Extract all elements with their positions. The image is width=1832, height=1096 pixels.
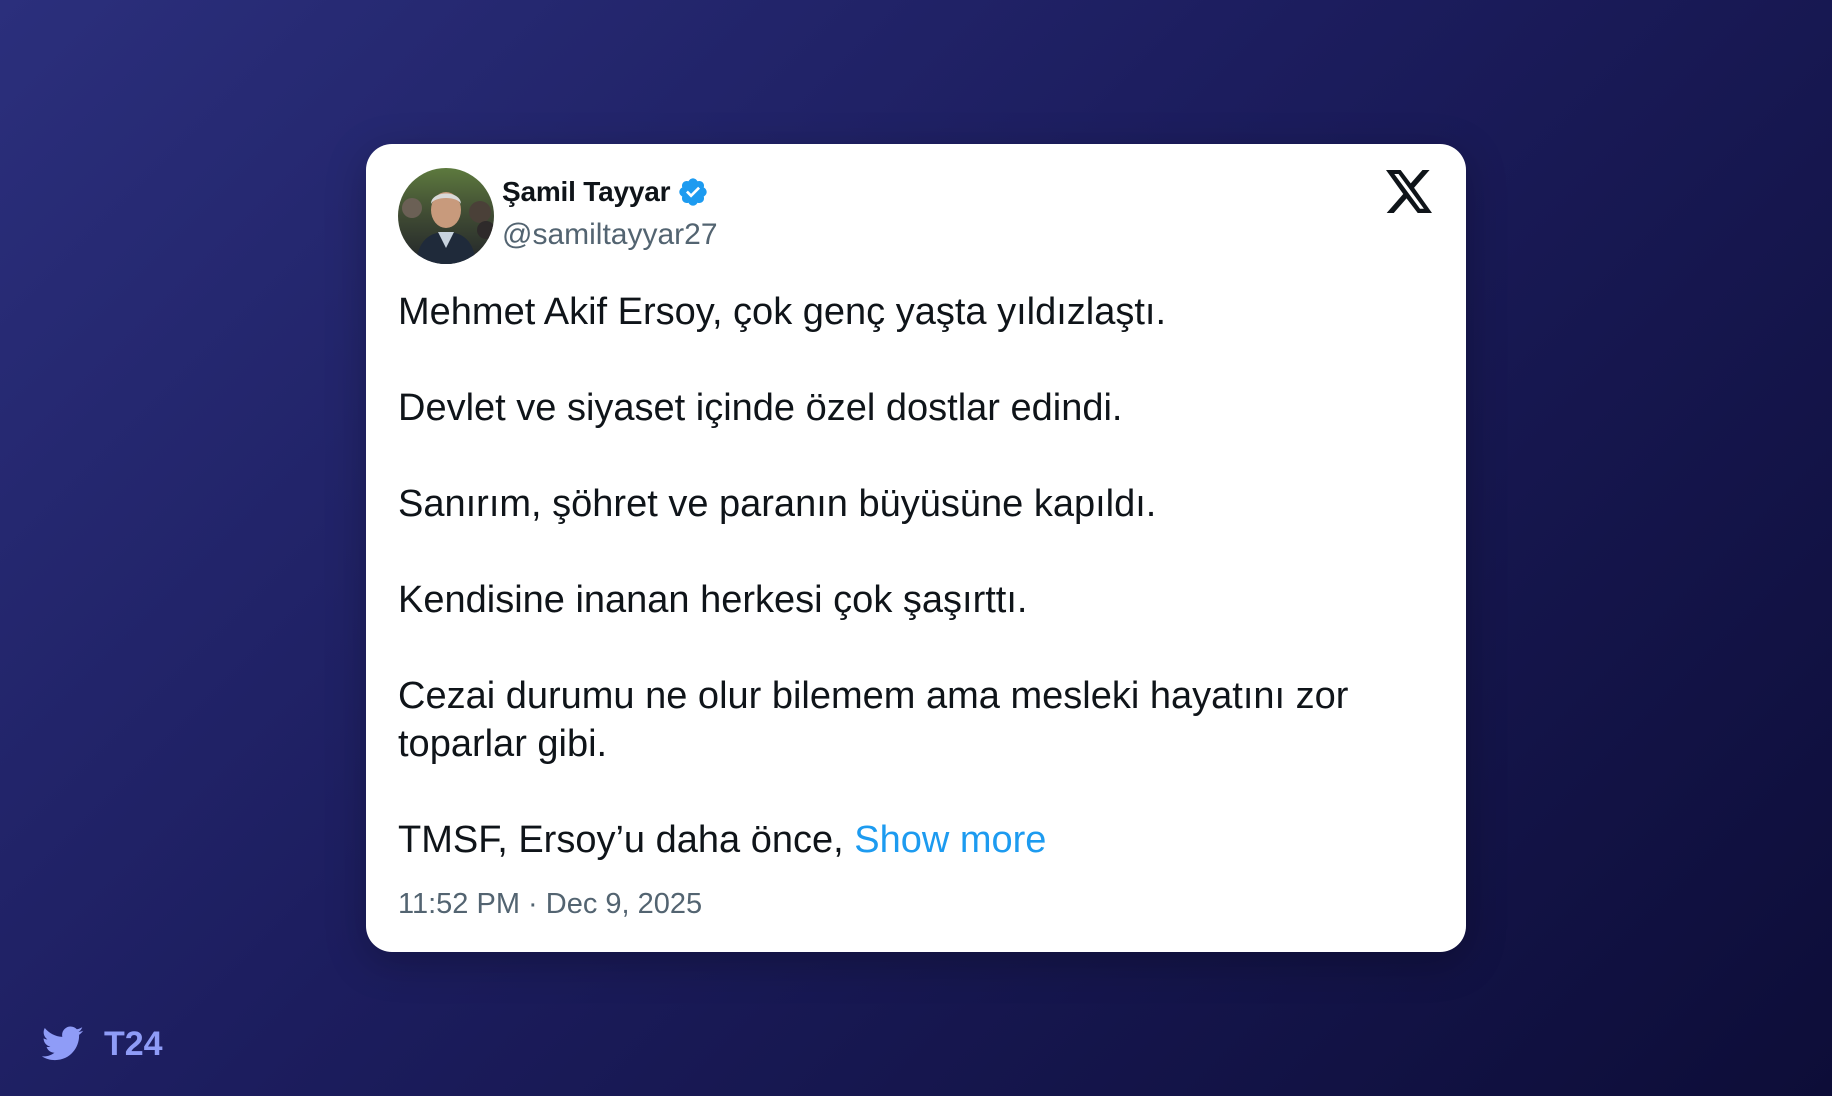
tweet-card: Şamil Tayyar @samiltayyar27 Mehmet Akif … xyxy=(366,144,1466,952)
tweet-paragraph: Mehmet Akif Ersoy, çok genç yaşta yıldız… xyxy=(398,291,1167,333)
tweet-paragraph-truncated: TMSF, Ersoy’u daha önce, Show more xyxy=(398,816,1438,864)
brand-watermark: T24 xyxy=(41,1024,163,1064)
twitter-bird-icon xyxy=(41,1026,84,1062)
brand-name: T24 xyxy=(104,1024,163,1063)
verified-badge-icon xyxy=(677,176,709,208)
tweet-paragraph: Devlet ve siyaset içinde özel dostlar ed… xyxy=(398,387,1123,429)
avatar[interactable] xyxy=(398,168,494,264)
avatar-image xyxy=(398,168,494,264)
tweet-paragraph: Kendisine inanan herkesi çok şaşırttı. xyxy=(398,579,1028,621)
show-more-link[interactable]: Show more xyxy=(854,819,1046,861)
x-logo-icon[interactable] xyxy=(1386,170,1434,214)
tweet-text: Mehmet Akif Ersoy, çok genç yaşta yıldız… xyxy=(398,288,1438,864)
tweet-paragraph: Cezai durumu ne olur bilemem ama mesleki… xyxy=(398,675,1349,765)
user-handle[interactable]: @samiltayyar27 xyxy=(502,218,718,252)
truncated-text: TMSF, Ersoy’u daha önce, xyxy=(398,819,855,861)
tweet-paragraph: Sanırım, şöhret ve paranın büyüsüne kapı… xyxy=(398,483,1157,525)
tweet-timestamp[interactable]: 11:52 PM · Dec 9, 2025 xyxy=(398,888,702,921)
display-name[interactable]: Şamil Tayyar xyxy=(502,176,670,208)
author-name-row[interactable]: Şamil Tayyar xyxy=(502,174,709,210)
